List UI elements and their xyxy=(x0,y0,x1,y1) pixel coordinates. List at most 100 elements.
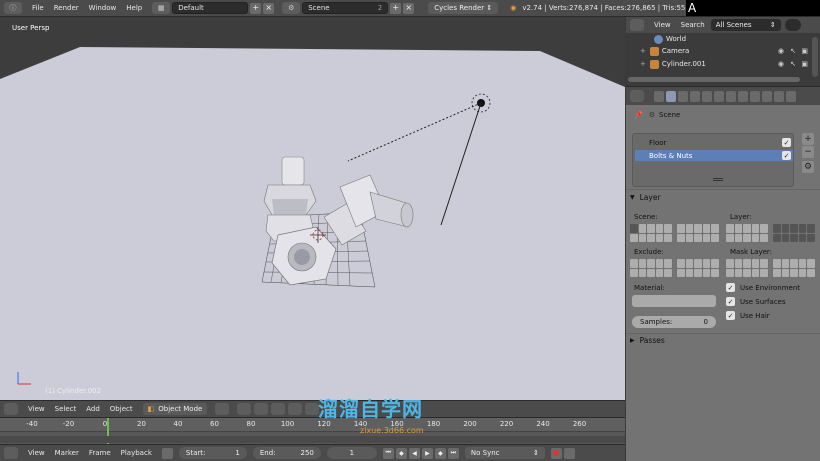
data-tab-icon[interactable] xyxy=(738,90,748,102)
render-layer-item-bolts[interactable]: Bolts & Nuts ✓ xyxy=(635,150,793,161)
particles-tab-icon[interactable] xyxy=(774,90,784,102)
3d-viewport[interactable]: User Persp (1) Cylinder.002 xyxy=(0,17,625,400)
timeline-ruler[interactable]: -40 -20 0 20 40 60 80 100 120 140 160 180 200 220 240 2… xyxy=(0,418,625,432)
end-frame-field[interactable]: End: 250 xyxy=(252,447,321,459)
layer-block[interactable] xyxy=(773,259,815,277)
play-button[interactable]: ▶ xyxy=(421,447,433,459)
manipulator-toggle[interactable] xyxy=(254,403,269,415)
keying-set-button[interactable] xyxy=(563,447,575,459)
translate-manipulator-button[interactable] xyxy=(271,403,286,415)
menu-outliner-view[interactable]: View xyxy=(654,21,671,29)
constraints-tab-icon[interactable] xyxy=(714,90,724,102)
material-tab-icon[interactable] xyxy=(750,90,760,102)
jump-keyframe-back-button[interactable]: ◆ xyxy=(395,447,407,459)
menu-marker[interactable]: Marker xyxy=(55,449,79,457)
menu-window[interactable]: Window xyxy=(89,4,117,12)
render-layer-list[interactable]: Floor ✓ Bolts & Nuts ✓ xyxy=(632,133,794,187)
render-layer-enable-checkbox[interactable]: ✓ xyxy=(782,138,791,147)
object-tab-icon[interactable] xyxy=(702,90,712,102)
sync-mode-select[interactable]: No Sync ⇕ xyxy=(464,447,545,459)
material-override-field[interactable] xyxy=(632,295,716,307)
timeline-scrollbar[interactable] xyxy=(0,436,625,443)
layer-block[interactable] xyxy=(677,259,719,277)
render-layer-enable-checkbox[interactable]: ✓ xyxy=(782,151,791,160)
mask-layers-grid[interactable] xyxy=(726,259,820,277)
menu-render[interactable]: Render xyxy=(54,4,79,12)
menu-select[interactable]: Select xyxy=(55,405,77,413)
texture-tab-icon[interactable] xyxy=(762,90,772,102)
layer-block[interactable] xyxy=(677,224,719,242)
scene-field[interactable]: Scene 2 xyxy=(302,2,389,14)
render-camera-icon[interactable]: ▣ xyxy=(801,47,808,55)
outliner-search-input[interactable] xyxy=(784,19,801,31)
start-frame-field[interactable]: Start: 1 xyxy=(178,447,247,459)
menu-timeline-view[interactable]: View xyxy=(28,449,45,457)
use-environment-checkbox[interactable]: ✓ Use Environment xyxy=(726,283,800,292)
pin-icon[interactable]: 📌 xyxy=(634,111,643,119)
scene-layers-grid[interactable] xyxy=(630,224,724,242)
add-layout-button[interactable]: + xyxy=(250,2,262,14)
play-reverse-button[interactable]: ◀ xyxy=(408,447,420,459)
modifiers-tab-icon[interactable] xyxy=(726,90,736,102)
render-camera-icon[interactable]: ▣ xyxy=(801,60,808,68)
menu-object[interactable]: Object xyxy=(110,405,133,413)
use-hair-checkbox[interactable]: ✓ Use Hair xyxy=(726,311,770,320)
renderlayer-layers-grid[interactable] xyxy=(726,224,820,242)
info-editor-type-button[interactable]: ⓘ xyxy=(4,2,22,14)
selectability-arrow-icon[interactable]: ↖ xyxy=(790,60,796,68)
properties-editor-type-button[interactable] xyxy=(630,90,644,102)
render-layers-tab-icon[interactable] xyxy=(666,90,676,102)
layout-icon[interactable]: ▦ xyxy=(152,2,171,14)
menu-frame[interactable]: Frame xyxy=(89,449,111,457)
menu-file[interactable]: File xyxy=(32,4,44,12)
viewport-editor-type-button[interactable] xyxy=(4,403,18,415)
shading-mode-button[interactable] xyxy=(215,403,230,415)
layer-block[interactable] xyxy=(630,259,672,277)
use-surfaces-checkbox[interactable]: ✓ Use Surfaces xyxy=(726,297,786,306)
outliner-row-camera[interactable]: + Camera ◉ ↖ ▣ xyxy=(640,45,808,57)
layer-block[interactable] xyxy=(726,259,768,277)
menu-help[interactable]: Help xyxy=(126,4,142,12)
record-button[interactable] xyxy=(550,447,562,459)
layer-block[interactable] xyxy=(726,224,768,242)
layout-field[interactable]: Default xyxy=(172,2,249,14)
jump-start-button[interactable]: ⏮ xyxy=(382,447,394,459)
layer-section-header[interactable]: ▼ Layer xyxy=(630,193,661,202)
interaction-mode-select[interactable]: ◧ Object Mode xyxy=(142,403,208,415)
outliner-horizontal-scrollbar[interactable] xyxy=(628,77,800,82)
visibility-eye-icon[interactable]: ◉ xyxy=(778,47,784,55)
render-layer-item-floor[interactable]: Floor ✓ xyxy=(635,137,793,148)
menu-view[interactable]: View xyxy=(28,405,45,413)
render-engine-select[interactable]: Cycles Render ⇕ xyxy=(428,2,499,14)
remove-render-layer-button[interactable]: − xyxy=(802,146,814,158)
outliner-vertical-scrollbar[interactable] xyxy=(812,37,818,77)
render-tab-icon[interactable] xyxy=(654,90,664,102)
jump-end-button[interactable]: ⏭ xyxy=(447,447,459,459)
pivot-point-button[interactable] xyxy=(237,403,252,415)
selectability-arrow-icon[interactable]: ↖ xyxy=(790,47,796,55)
remove-scene-button[interactable]: × xyxy=(403,2,415,14)
menu-playback[interactable]: Playback xyxy=(121,449,152,457)
layer-block[interactable] xyxy=(773,224,815,242)
outliner[interactable]: World + Camera ◉ ↖ ▣ + Cylinder.001 ◉ ↖ … xyxy=(626,33,820,86)
add-render-layer-button[interactable]: + xyxy=(802,133,814,145)
remove-layout-button[interactable]: × xyxy=(263,2,275,14)
scene-icon[interactable]: ⚙ xyxy=(282,2,301,14)
physics-tab-icon[interactable] xyxy=(786,90,796,102)
timeline-editor-type-button[interactable] xyxy=(4,447,18,459)
render-layer-use-button[interactable]: ⚙ xyxy=(802,161,814,173)
timeline[interactable]: -40 -20 0 20 40 60 80 100 120 140 160 180 200 220 240 2… xyxy=(0,417,625,445)
outliner-row-cylinder[interactable]: + Cylinder.001 ◉ ↖ ▣ xyxy=(640,58,808,70)
current-frame-field[interactable]: 1 xyxy=(326,447,377,459)
add-scene-button[interactable]: + xyxy=(390,2,402,14)
passes-section-header[interactable]: ▶ Passes xyxy=(630,336,665,345)
jump-keyframe-forward-button[interactable]: ◆ xyxy=(434,447,446,459)
menu-search[interactable]: Search xyxy=(681,21,705,29)
preview-range-toggle[interactable] xyxy=(161,447,173,459)
samples-field[interactable]: Samples: 0 xyxy=(632,316,716,328)
world-tab-icon[interactable] xyxy=(690,90,700,102)
list-resize-grip[interactable] xyxy=(713,178,723,181)
scene-tab-icon[interactable] xyxy=(678,90,688,102)
exclude-layers-grid[interactable] xyxy=(630,259,724,277)
menu-add[interactable]: Add xyxy=(86,405,100,413)
